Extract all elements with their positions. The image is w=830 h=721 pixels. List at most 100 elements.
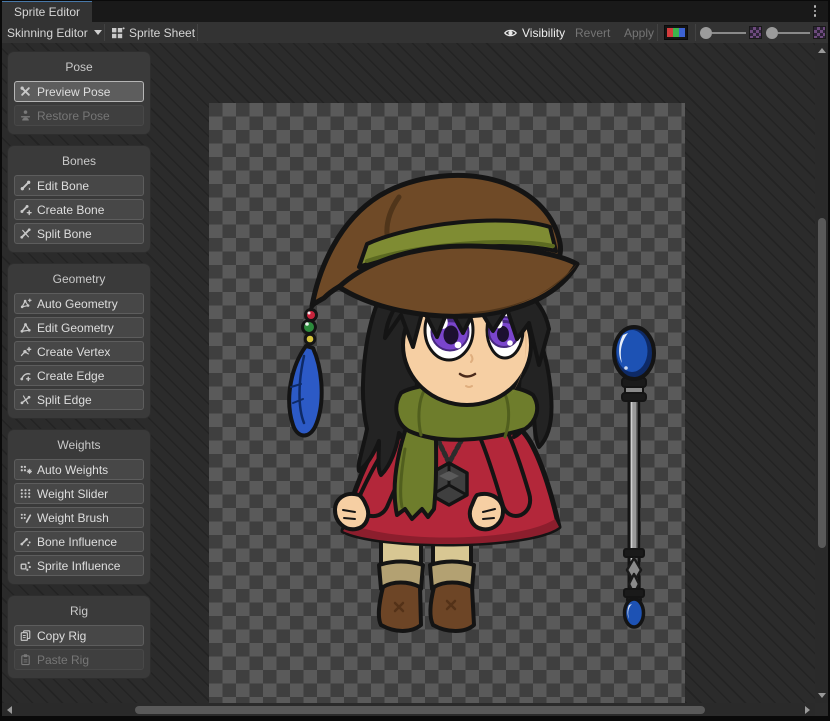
button-label: Split Bone xyxy=(37,227,92,241)
horizontal-scrollbar[interactable] xyxy=(2,703,815,716)
panel-title: Rig xyxy=(14,604,144,618)
button-weight-brush[interactable]: Weight Brush xyxy=(14,507,144,528)
sprite-sheet-icon xyxy=(111,26,125,40)
button-label: Split Edge xyxy=(37,393,92,407)
split-bone-icon xyxy=(19,227,32,240)
button-auto-geometry[interactable]: Auto Geometry xyxy=(14,293,144,314)
panel-title: Bones xyxy=(14,154,144,168)
weight-slider-icon xyxy=(19,487,32,500)
button-label: Create Bone xyxy=(37,203,104,217)
horizontal-scroll-thumb[interactable] xyxy=(135,706,705,714)
mode-dropdown-label: Skinning Editor xyxy=(7,26,88,40)
sprite-canvas[interactable] xyxy=(209,103,685,703)
button-create-bone[interactable]: Create Bone xyxy=(14,199,144,220)
eye-icon xyxy=(503,26,518,40)
button-restore-pose[interactable]: Restore Pose xyxy=(14,105,144,126)
sprite-editor-window: Sprite Editor Skinning Editor Sprite She… xyxy=(0,0,830,721)
vertical-scrollbar[interactable] xyxy=(815,43,828,703)
button-label: Create Vertex xyxy=(37,345,110,359)
toolbar-separator xyxy=(197,24,198,41)
bone-color-swatch[interactable] xyxy=(664,25,688,40)
slider-track[interactable] xyxy=(778,32,810,34)
window-border xyxy=(0,0,2,721)
character-legs xyxy=(379,533,474,631)
button-sprite-influence[interactable]: Sprite Influence xyxy=(14,555,144,576)
split-edge-icon xyxy=(19,393,32,406)
panel-title: Weights xyxy=(14,438,144,452)
sprite-opacity-slider[interactable] xyxy=(766,22,826,43)
mode-dropdown[interactable]: Skinning Editor xyxy=(7,22,102,43)
tab-label: Sprite Editor xyxy=(14,5,80,19)
tab-sprite-editor[interactable]: Sprite Editor xyxy=(2,0,92,22)
preview-pose-icon xyxy=(19,85,32,98)
create-edge-icon xyxy=(19,369,32,382)
texture-opacity-icon xyxy=(813,26,826,39)
sprite-influence-icon xyxy=(19,559,32,572)
create-vertex-icon xyxy=(19,345,32,358)
toolbar: Skinning Editor Sprite Sheet Visibility … xyxy=(0,22,830,44)
button-edit-bone[interactable]: Edit Bone xyxy=(14,175,144,196)
apply-button[interactable]: Apply xyxy=(624,22,654,43)
sprite-sheet-button[interactable]: Sprite Sheet xyxy=(111,22,195,43)
button-label: Paste Rig xyxy=(37,653,89,667)
scroll-left-arrow-icon[interactable] xyxy=(7,706,12,714)
revert-label: Revert xyxy=(575,26,610,40)
button-create-vertex[interactable]: Create Vertex xyxy=(14,341,144,362)
edit-bone-icon xyxy=(19,179,32,192)
button-label: Edit Geometry xyxy=(37,321,114,335)
character-hat xyxy=(310,175,577,316)
slider-handle[interactable] xyxy=(700,27,712,39)
button-paste-rig[interactable]: Paste Rig xyxy=(14,649,144,670)
chevron-down-icon xyxy=(94,30,102,35)
button-label: Auto Weights xyxy=(37,463,108,477)
window-border xyxy=(0,716,830,721)
panel-rig: Rig Copy Rig Paste Rig xyxy=(8,596,150,678)
texture-opacity-icon xyxy=(749,26,762,39)
kebab-menu-icon[interactable] xyxy=(810,4,820,18)
button-split-bone[interactable]: Split Bone xyxy=(14,223,144,244)
panel-pose: Pose Preview Pose Restore Pose xyxy=(8,52,150,134)
button-split-edge[interactable]: Split Edge xyxy=(14,389,144,410)
panel-title: Geometry xyxy=(14,272,144,286)
weight-brush-icon xyxy=(19,511,32,524)
toolbar-separator xyxy=(657,24,658,41)
scroll-right-arrow-icon[interactable] xyxy=(805,706,810,714)
auto-geometry-icon xyxy=(19,297,32,310)
button-label: Sprite Influence xyxy=(37,559,120,573)
slider-track[interactable] xyxy=(712,32,746,34)
staff-sprite xyxy=(614,327,654,627)
button-edit-geometry[interactable]: Edit Geometry xyxy=(14,317,144,338)
button-label: Copy Rig xyxy=(37,629,86,643)
revert-button[interactable]: Revert xyxy=(575,22,610,43)
bone-opacity-slider[interactable] xyxy=(700,22,762,43)
character-sprite xyxy=(209,103,685,703)
button-preview-pose[interactable]: Preview Pose xyxy=(14,81,144,102)
sprite-sheet-label: Sprite Sheet xyxy=(129,26,195,40)
paste-rig-icon xyxy=(19,653,32,666)
button-label: Bone Influence xyxy=(37,535,117,549)
button-label: Weight Slider xyxy=(37,487,108,501)
button-label: Auto Geometry xyxy=(37,297,118,311)
scroll-down-arrow-icon[interactable] xyxy=(818,693,826,698)
panel-bones: Bones Edit Bone Create Bone Split Bone xyxy=(8,146,150,252)
scroll-up-arrow-icon[interactable] xyxy=(818,48,826,53)
slider-handle[interactable] xyxy=(766,27,778,39)
button-copy-rig[interactable]: Copy Rig xyxy=(14,625,144,646)
visibility-toggle[interactable]: Visibility xyxy=(503,22,565,43)
create-bone-icon xyxy=(19,203,32,216)
visibility-label: Visibility xyxy=(522,26,565,40)
button-label: Weight Brush xyxy=(37,511,109,525)
apply-label: Apply xyxy=(624,26,654,40)
button-label: Restore Pose xyxy=(37,109,110,123)
button-label: Preview Pose xyxy=(37,85,110,99)
vertical-scroll-thumb[interactable] xyxy=(818,218,826,548)
button-bone-influence[interactable]: Bone Influence xyxy=(14,531,144,552)
button-auto-weights[interactable]: Auto Weights xyxy=(14,459,144,480)
button-label: Create Edge xyxy=(37,369,104,383)
window-border xyxy=(0,0,830,1)
panel-title: Pose xyxy=(14,60,144,74)
button-create-edge[interactable]: Create Edge xyxy=(14,365,144,386)
tab-bar: Sprite Editor xyxy=(0,0,830,22)
button-weight-slider[interactable]: Weight Slider xyxy=(14,483,144,504)
character-hat-charm xyxy=(289,310,321,436)
